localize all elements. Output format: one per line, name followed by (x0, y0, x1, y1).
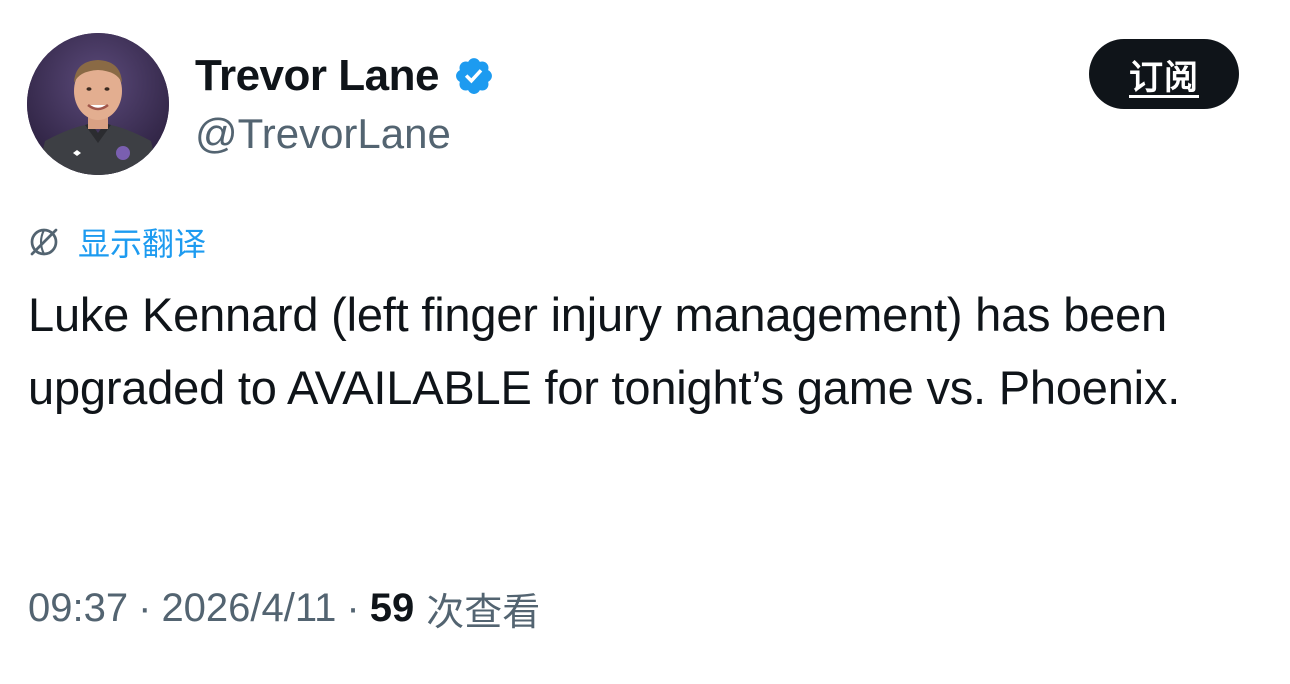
subscribe-button[interactable]: 订阅 (1089, 39, 1239, 109)
author-display-name[interactable]: Trevor Lane (195, 51, 439, 101)
author-name-row: Trevor Lane (195, 48, 495, 104)
meta-separator: · (138, 585, 152, 630)
tweet-text: Luke Kennard (left finger injury managem… (28, 288, 1181, 414)
meta-separator: · (346, 585, 360, 630)
show-translation-link[interactable]: 显示翻译 (26, 220, 206, 264)
globe-translate-icon (26, 224, 62, 260)
show-translation-label: 显示翻译 (78, 225, 207, 263)
views-label[interactable]: 次查看 (426, 581, 540, 636)
avatar[interactable] (27, 33, 169, 175)
tweet-date[interactable]: 2026/4/11 (161, 586, 336, 631)
tweet-time[interactable]: 09:37 (28, 586, 128, 631)
verified-badge-icon[interactable] (453, 55, 495, 97)
tweet-meta: 09:37 · 2026/4/11 · 59 次查看 (28, 580, 540, 636)
author-handle[interactable]: @TrevorLane (195, 110, 451, 158)
tweet-card: Trevor Lane @TrevorLane 订阅 显示翻译 Luke Ken… (0, 0, 1290, 684)
views-count: 59 (369, 585, 415, 630)
avatar-image (27, 33, 169, 175)
